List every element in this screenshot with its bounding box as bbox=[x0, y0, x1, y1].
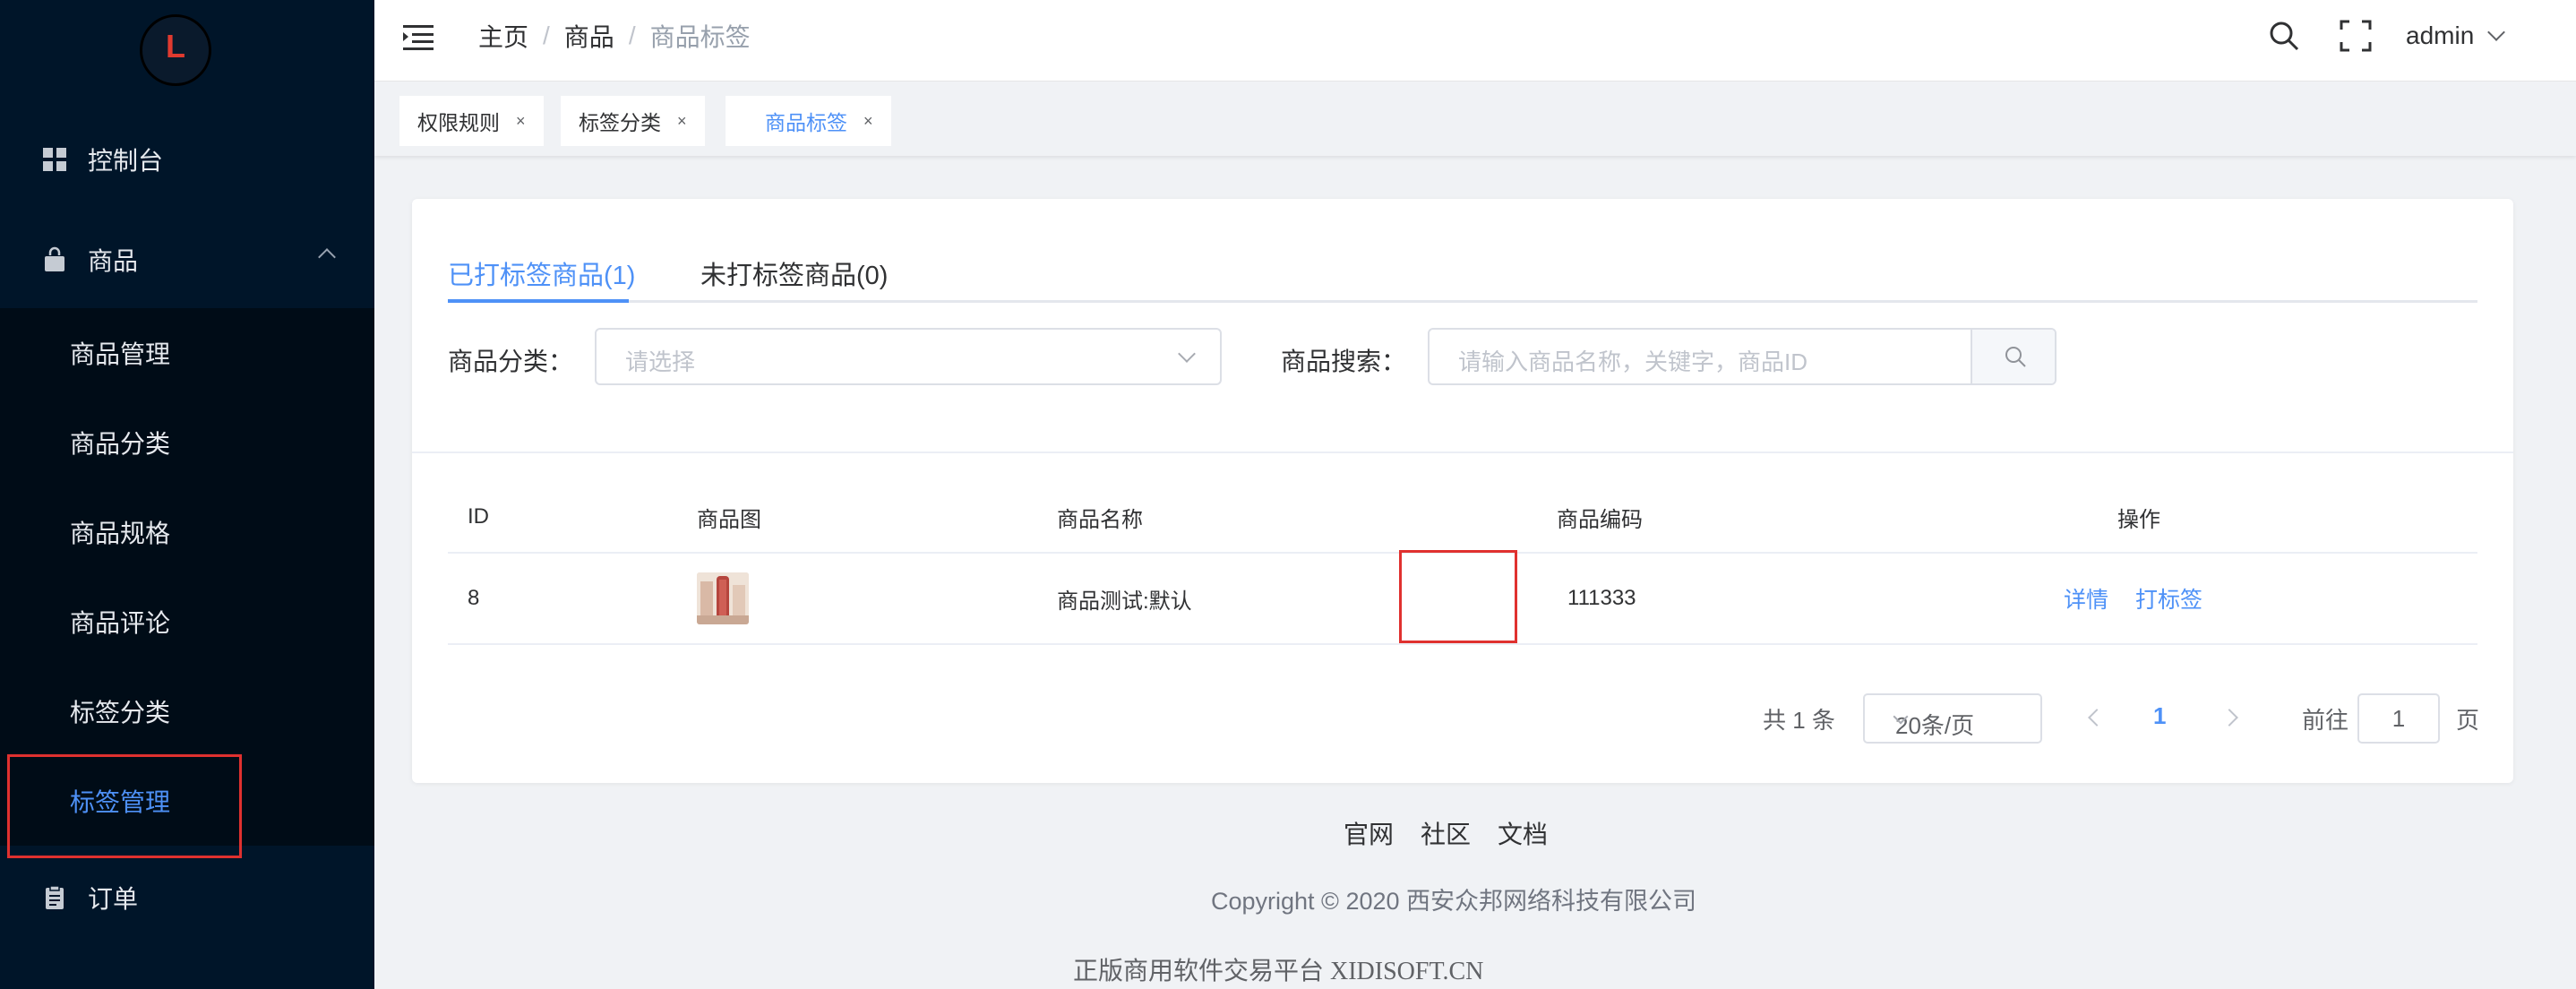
detail-link[interactable]: 详情 bbox=[2064, 582, 2108, 615]
column-header-code: 商品编码 bbox=[1557, 507, 1643, 532]
breadcrumb-separator: / bbox=[628, 22, 636, 49]
user-dropdown[interactable]: admin bbox=[2406, 20, 2506, 52]
goto-page-input[interactable]: 1 bbox=[2357, 693, 2440, 744]
search-icon bbox=[2005, 347, 2026, 367]
sidebar-item-goods-category[interactable]: 商品分类 bbox=[0, 398, 374, 487]
tabs: 已打标签商品(1) 未打标签商品(0) bbox=[448, 245, 2477, 303]
tab-untagged-goods[interactable]: 未打标签商品(0) bbox=[700, 245, 888, 300]
prev-page-icon[interactable] bbox=[2088, 709, 2106, 727]
menu-item-dashboard[interactable]: 控制台 bbox=[0, 115, 374, 204]
shopping-bag-icon bbox=[45, 246, 64, 271]
cell-code: 111333 bbox=[1567, 586, 1636, 610]
logo-letter: L bbox=[166, 28, 185, 64]
sidebar-item-label: 商品分类 bbox=[70, 430, 171, 458]
breadcrumb: 主页 / 商品 / 商品标签 bbox=[478, 18, 751, 54]
page-size-select[interactable]: 20条/页 bbox=[1863, 693, 2042, 744]
chevron-up-icon bbox=[318, 248, 336, 266]
username: admin bbox=[2406, 22, 2475, 49]
app-logo[interactable]: L bbox=[140, 14, 211, 86]
sidebar-item-goods-manage[interactable]: 商品管理 bbox=[0, 308, 374, 398]
search-button[interactable] bbox=[1971, 330, 2055, 383]
sidebar-item-goods-comment[interactable]: 商品评论 bbox=[0, 577, 374, 666]
page-size-value: 20条/页 bbox=[1895, 712, 1975, 739]
table-row: 8 商品测试:默认 111333 详情 打标签 bbox=[448, 550, 2477, 645]
search-icon[interactable] bbox=[2268, 20, 2300, 52]
column-header-image: 商品图 bbox=[697, 507, 761, 532]
category-select[interactable]: 请选择 bbox=[595, 328, 1222, 385]
tag-tag-category[interactable]: 标签分类 × bbox=[561, 96, 705, 146]
highlight-box bbox=[1399, 550, 1517, 643]
footer-links: 官网 社区 文档 bbox=[1344, 815, 1575, 851]
menu-item-label: 商品 bbox=[88, 247, 139, 275]
sidebar-item-label: 标签分类 bbox=[70, 699, 171, 727]
breadcrumb-current: 商品标签 bbox=[649, 23, 751, 51]
clipboard-icon bbox=[46, 885, 64, 909]
menu-fold-icon[interactable] bbox=[403, 23, 434, 50]
cell-image bbox=[697, 554, 749, 643]
divider bbox=[412, 452, 2513, 453]
tag-label: 权限规则 bbox=[417, 111, 500, 134]
product-thumbnail[interactable] bbox=[697, 572, 749, 624]
close-icon[interactable]: × bbox=[516, 112, 526, 131]
category-filter-label: 商品分类： bbox=[448, 348, 574, 375]
top-header: 主页 / 商品 / 商品标签 admin bbox=[374, 0, 2576, 81]
footer-link-docs[interactable]: 文档 bbox=[1498, 815, 1548, 851]
chevron-down-icon bbox=[2487, 23, 2506, 41]
menu-item-label: 控制台 bbox=[88, 147, 164, 175]
tab-tagged-goods[interactable]: 已打标签商品(1) bbox=[448, 245, 635, 300]
breadcrumb-home[interactable]: 主页 bbox=[478, 18, 528, 54]
pagination-total: 共 1 条 bbox=[1763, 707, 1835, 734]
tag-link[interactable]: 打标签 bbox=[2135, 582, 2202, 615]
highlight-box bbox=[7, 754, 242, 858]
sidebar-item-goods-spec[interactable]: 商品规格 bbox=[0, 487, 374, 577]
cell-actions: 详情 打标签 bbox=[2064, 554, 2202, 643]
tag-label: 商品标签 bbox=[765, 111, 847, 134]
tag-goods-label[interactable]: 商品标签 × bbox=[726, 96, 891, 146]
menu-item-order[interactable]: 订单 bbox=[0, 853, 374, 942]
product-image bbox=[697, 572, 749, 624]
tag-label: 标签分类 bbox=[579, 111, 661, 134]
footer-link-official[interactable]: 官网 bbox=[1344, 815, 1394, 851]
tags-view-bar: 权限规则 × 标签分类 × 商品标签 × bbox=[374, 81, 2576, 156]
next-page-icon[interactable] bbox=[2220, 709, 2238, 727]
pagination: 共 1 条 20条/页 1 前往 1 页 bbox=[412, 692, 2513, 745]
column-header-actions: 操作 bbox=[2117, 507, 2160, 532]
breadcrumb-goods[interactable]: 商品 bbox=[564, 18, 614, 54]
dashboard-icon bbox=[43, 148, 66, 171]
search-filter-label: 商品搜索： bbox=[1281, 348, 1407, 375]
page-suffix: 页 bbox=[2456, 707, 2480, 734]
close-icon[interactable]: × bbox=[863, 112, 873, 131]
chevron-down-icon bbox=[1178, 345, 1196, 363]
goods-search-input[interactable]: 请输入商品名称，关键字，商品ID bbox=[1428, 328, 2057, 385]
close-icon[interactable]: × bbox=[677, 112, 687, 131]
column-header-name: 商品名称 bbox=[1057, 507, 1143, 532]
sidebar-item-label: 商品评论 bbox=[70, 609, 171, 637]
menu-item-goods[interactable]: 商品 bbox=[0, 215, 374, 305]
tag-permission-rules[interactable]: 权限规则 × bbox=[399, 96, 544, 146]
tab-label: 未打标签商品(0) bbox=[700, 261, 889, 290]
breadcrumb-separator: / bbox=[543, 22, 550, 49]
sidebar: L 控制台 商品 商品管理 商品分类 商品规格 商品评论 标签分类 标签管理 订… bbox=[0, 0, 374, 989]
platform-text: 正版商用软件交易平台 XIDISOFT.CN bbox=[1073, 958, 1484, 985]
cell-name: 商品测试:默认 bbox=[1057, 589, 1192, 614]
sidebar-item-label: 商品管理 bbox=[70, 340, 171, 368]
search-placeholder: 请输入商品名称，关键字，商品ID bbox=[1458, 348, 1808, 375]
copyright-text: Copyright © 2020 西安众邦网络科技有限公司 bbox=[1211, 888, 1697, 915]
menu-item-label: 订单 bbox=[88, 885, 139, 913]
select-placeholder: 请选择 bbox=[625, 348, 696, 375]
content-card: 已打标签商品(1) 未打标签商品(0) 商品分类： 请选择 商品搜索： 请输入商… bbox=[412, 199, 2513, 783]
active-tab-indicator bbox=[448, 299, 629, 303]
fullscreen-icon[interactable] bbox=[2340, 20, 2372, 52]
sidebar-item-label: 商品规格 bbox=[70, 520, 171, 547]
goto-label: 前往 bbox=[2302, 707, 2349, 734]
tab-label: 已打标签商品(1) bbox=[448, 261, 636, 290]
column-header-id: ID bbox=[468, 504, 489, 529]
sidebar-item-tag-category[interactable]: 标签分类 bbox=[0, 666, 374, 756]
cell-id: 8 bbox=[468, 586, 480, 610]
page-number[interactable]: 1 bbox=[2153, 702, 2166, 730]
table-header: ID 商品图 商品名称 商品编码 操作 bbox=[448, 482, 2477, 554]
footer-link-community[interactable]: 社区 bbox=[1421, 815, 1471, 851]
